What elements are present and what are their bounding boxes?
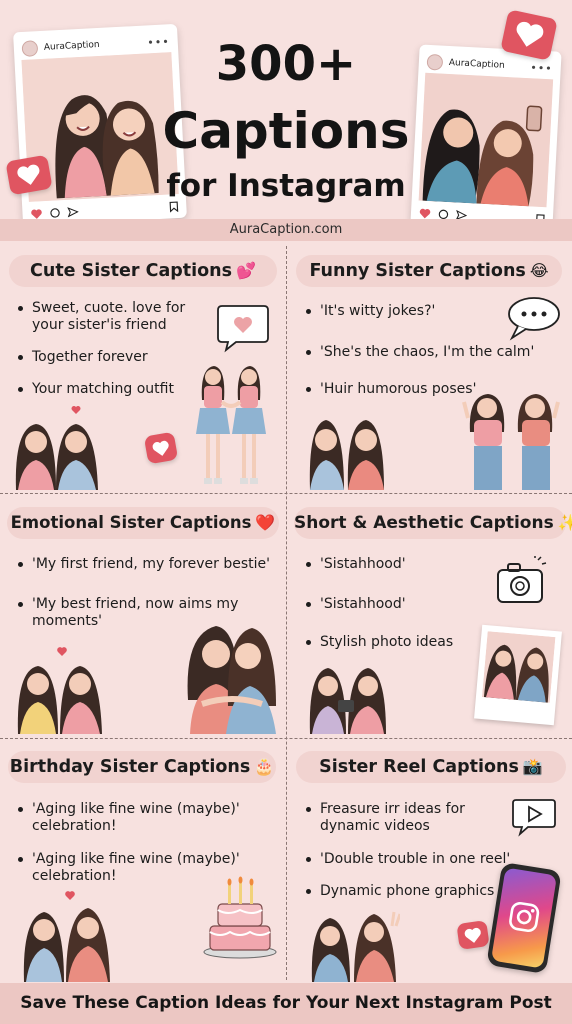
section-title: Birthday Sister Captions 🎂 bbox=[8, 751, 276, 783]
section-birthday: Birthday Sister Captions 🎂 'Aging like fi… bbox=[0, 0, 286, 1024]
phone-instagram bbox=[486, 861, 562, 975]
list-item: 'Aging like fine wine (maybe)' celebrati… bbox=[18, 801, 252, 835]
section-title: Sister Reel Captions 📸 bbox=[296, 751, 566, 783]
heart-icon bbox=[464, 927, 481, 943]
sisters-birthday-illustration bbox=[23, 891, 110, 982]
birthday-cake-icon: 🎂 bbox=[254, 757, 275, 776]
heart-badge bbox=[456, 920, 490, 950]
list-item: Dynamic phone graphics bbox=[306, 883, 510, 900]
list-item: Freasure irr ideas for dynamic videos bbox=[306, 801, 500, 835]
footer-banner: Save These Caption Ideas for Your Next I… bbox=[0, 983, 572, 1024]
section-reel: Sister Reel Captions 📸 Freasure irr ideas… bbox=[286, 0, 572, 1024]
play-button-icon bbox=[512, 799, 556, 837]
instagram-logo-icon bbox=[509, 901, 540, 933]
section-title-text: Birthday Sister Captions bbox=[9, 757, 251, 777]
section-title-text: Sister Reel Captions bbox=[319, 757, 519, 777]
sisters-peace-sign-illustration bbox=[311, 911, 400, 982]
camera-flash-icon: 📸 bbox=[522, 757, 543, 776]
birthday-cake-icon bbox=[203, 876, 277, 959]
list-item: 'Double trouble in one reel' bbox=[306, 851, 520, 868]
